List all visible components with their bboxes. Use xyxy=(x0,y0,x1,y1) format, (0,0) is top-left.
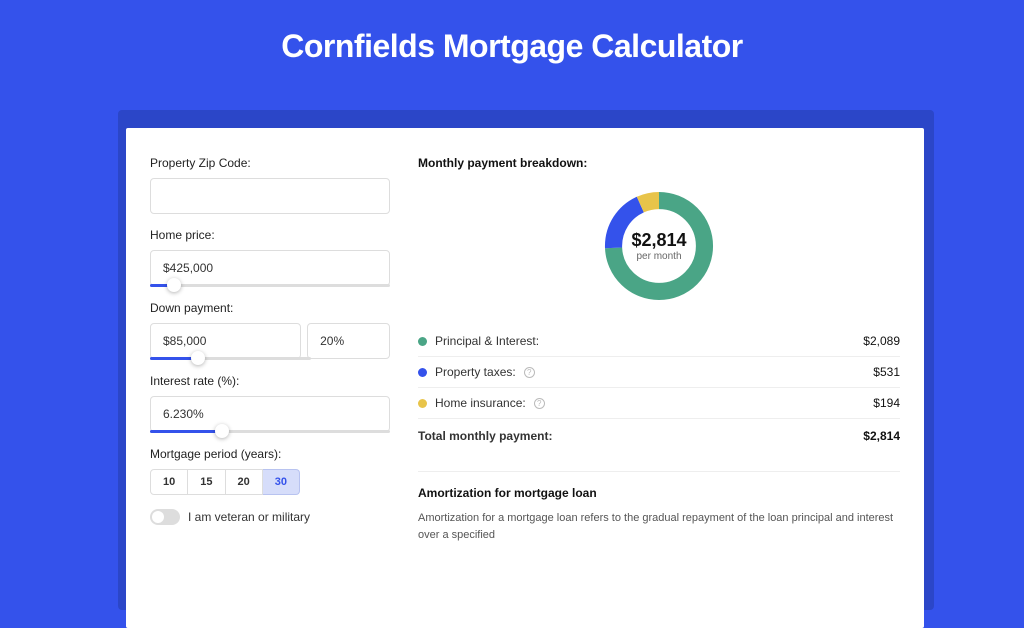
down-payment-label: Down payment: xyxy=(150,301,390,315)
dot-icon xyxy=(418,337,427,346)
interest-label: Interest rate (%): xyxy=(150,374,390,388)
home-price-field: Home price: xyxy=(150,228,390,287)
page-title: Cornfields Mortgage Calculator xyxy=(0,0,1024,89)
legend-taxes: Property taxes: ? $531 xyxy=(418,357,900,388)
period-20[interactable]: 20 xyxy=(226,469,263,495)
legend-value: $2,089 xyxy=(863,334,900,348)
zip-field: Property Zip Code: xyxy=(150,156,390,214)
down-payment-input[interactable] xyxy=(150,323,301,359)
legend-label: Home insurance: xyxy=(435,396,526,410)
interest-field: Interest rate (%): xyxy=(150,374,390,433)
home-price-slider[interactable] xyxy=(150,284,390,287)
toggle-knob xyxy=(152,511,164,523)
period-15[interactable]: 15 xyxy=(188,469,225,495)
period-30[interactable]: 30 xyxy=(263,469,300,495)
home-price-input[interactable] xyxy=(150,250,390,286)
zip-input[interactable] xyxy=(150,178,390,214)
amort-title: Amortization for mortgage loan xyxy=(418,486,900,500)
calculator-card: Property Zip Code: Home price: Down paym… xyxy=(126,128,924,628)
legend-insurance: Home insurance: ? $194 xyxy=(418,388,900,419)
zip-label: Property Zip Code: xyxy=(150,156,390,170)
period-10[interactable]: 10 xyxy=(150,469,188,495)
donut-chart: $2,814 per month xyxy=(599,186,719,306)
info-icon[interactable]: ? xyxy=(534,398,545,409)
slider-thumb[interactable] xyxy=(215,424,229,438)
interest-input[interactable] xyxy=(150,396,390,432)
legend-value: $531 xyxy=(873,365,900,379)
period-field: Mortgage period (years): 10 15 20 30 xyxy=(150,447,390,495)
amortization-section: Amortization for mortgage loan Amortizat… xyxy=(418,471,900,543)
amort-text: Amortization for a mortgage loan refers … xyxy=(418,510,900,543)
slider-thumb[interactable] xyxy=(167,278,181,292)
legend-label: Principal & Interest: xyxy=(435,334,539,348)
period-buttons: 10 15 20 30 xyxy=(150,469,390,495)
inputs-column: Property Zip Code: Home price: Down paym… xyxy=(150,156,390,600)
info-icon[interactable]: ? xyxy=(524,367,535,378)
dot-icon xyxy=(418,368,427,377)
veteran-label: I am veteran or military xyxy=(188,510,310,524)
slider-thumb[interactable] xyxy=(191,351,205,365)
legend-label: Property taxes: xyxy=(435,365,516,379)
veteran-toggle[interactable] xyxy=(150,509,180,525)
down-payment-field: Down payment: xyxy=(150,301,390,360)
breakdown-column: Monthly payment breakdown: $2,814 per mo… xyxy=(418,156,900,600)
down-payment-pct-input[interactable] xyxy=(307,323,390,359)
legend-value: $194 xyxy=(873,396,900,410)
total-value: $2,814 xyxy=(863,429,900,443)
veteran-row: I am veteran or military xyxy=(150,509,390,525)
interest-slider[interactable] xyxy=(150,430,390,433)
donut-chart-wrap: $2,814 per month xyxy=(418,186,900,306)
legend-principal: Principal & Interest: $2,089 xyxy=(418,326,900,357)
total-label: Total monthly payment: xyxy=(418,429,552,443)
period-label: Mortgage period (years): xyxy=(150,447,390,461)
donut-center: $2,814 per month xyxy=(599,186,719,306)
home-price-label: Home price: xyxy=(150,228,390,242)
donut-amount: $2,814 xyxy=(631,230,686,251)
legend-total: Total monthly payment: $2,814 xyxy=(418,419,900,451)
dot-icon xyxy=(418,399,427,408)
breakdown-title: Monthly payment breakdown: xyxy=(418,156,900,170)
down-payment-slider[interactable] xyxy=(150,357,311,360)
donut-sub: per month xyxy=(636,251,681,262)
